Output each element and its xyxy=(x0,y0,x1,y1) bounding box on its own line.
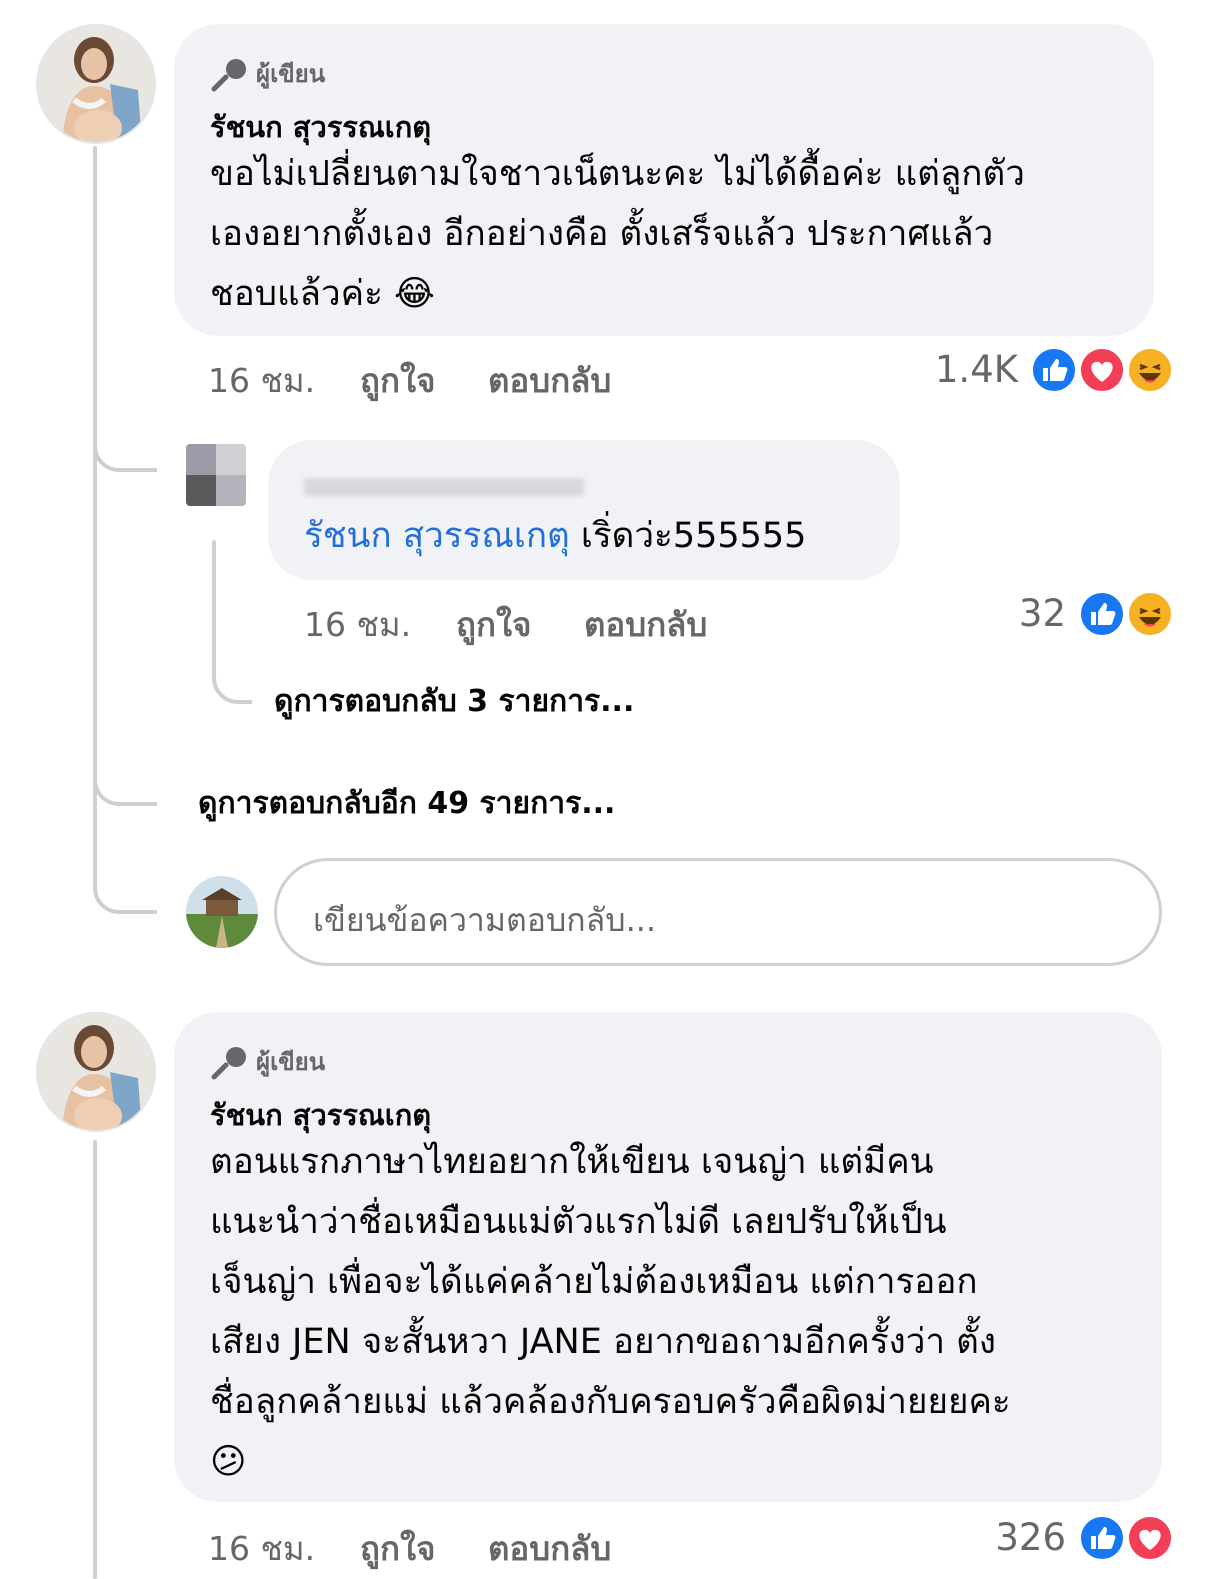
like-icon[interactable] xyxy=(1030,346,1078,394)
view-more-replies-link[interactable]: ดูการตอบกลับอีก 49 รายการ... xyxy=(198,780,615,827)
laughing-face-glyph xyxy=(1139,363,1161,383)
heart-glyph xyxy=(1139,1529,1161,1550)
comment-text-line: เจ็นญ่า เพื่อจะได้แค่คล้ายไม่ต้องเหมือน … xyxy=(210,1262,978,1302)
author-badge: ผู้เขียน xyxy=(210,54,325,93)
reply-avatar[interactable] xyxy=(186,444,246,506)
comment-text-line: ตอนแรกภาษาไทยอยากให้เขียน เจนญ่า แต่มีคน xyxy=(210,1142,934,1182)
thumb-up-glyph xyxy=(1091,603,1116,625)
reply-reaction-count[interactable]: 32 xyxy=(970,592,1066,635)
reply-like-link[interactable]: ถูกใจ xyxy=(456,598,531,651)
heart-glyph xyxy=(1091,361,1113,382)
thread-curve-to-reply xyxy=(93,420,157,472)
avatar-image xyxy=(38,1014,154,1130)
like-link[interactable]: ถูกใจ xyxy=(360,1522,435,1575)
author-avatar[interactable] xyxy=(36,24,156,144)
reply-link[interactable]: ตอบกลับ xyxy=(488,1522,611,1575)
comment-time[interactable]: 16 ชม. xyxy=(208,1522,315,1575)
reply-reply-link[interactable]: ตอบกลับ xyxy=(584,598,707,651)
thread-curve-to-input xyxy=(93,860,157,914)
comment-bubble: ผู้เขียน รัชนก สุวรรณเกตุ ขอไม่เปลี่ยนตา… xyxy=(174,24,1154,336)
laughing-face-glyph xyxy=(1139,607,1161,627)
reply-author-name-redacted xyxy=(304,478,584,496)
thumb-up-glyph xyxy=(1091,1527,1116,1549)
reply-link[interactable]: ตอบกลับ xyxy=(488,354,611,407)
author-badge-label: ผู้เขียน xyxy=(256,1048,326,1076)
comment-text: ขอไม่เปลี่ยนตามใจชาวเน็ตนะคะ ไม่ได้ดื้อค… xyxy=(210,144,1130,324)
haha-icon[interactable] xyxy=(1126,590,1174,638)
reply-text-content: เริ่ดว่ะ555555 xyxy=(569,516,807,556)
author-badge-label: ผู้เขียน xyxy=(256,60,326,88)
author-badge: ผู้เขียน xyxy=(210,1042,325,1081)
like-icon[interactable] xyxy=(1078,590,1126,638)
comment-time[interactable]: 16 ชม. xyxy=(208,354,315,407)
reply-input-placeholder: เขียนข้อความตอบกลับ... xyxy=(313,901,657,939)
thread-curve-to-viewmore xyxy=(93,760,157,806)
haha-icon[interactable] xyxy=(1126,346,1174,394)
comment-text-line-text: ชอบแล้วค่ะ xyxy=(210,274,383,314)
comment-text-line: แนะนำว่าชื่อเหมือนแม่ตัวแรกไม่ดี เลยปรับ… xyxy=(210,1202,947,1242)
reply-bubble: รัชนก สุวรรณเกตุ เริ่ดว่ะ555555 xyxy=(268,440,900,580)
like-icon[interactable] xyxy=(1078,1514,1126,1562)
laughing-emoji-icon: 😂 xyxy=(394,274,435,314)
avatar-image xyxy=(38,26,154,142)
comment-text-line: ขอไม่เปลี่ยนตามใจชาวเน็ตนะคะ ไม่ได้ดื้อค… xyxy=(210,154,1025,194)
confused-emoji-icon: 😕 xyxy=(210,1442,247,1482)
thumb-up-glyph xyxy=(1043,359,1068,381)
reaction-count[interactable]: 1.4K xyxy=(920,348,1018,391)
mention-link[interactable]: รัชนก สุวรรณเกตุ xyxy=(304,516,570,556)
comment-text-line: เองอยากตั้งเอง อีกอย่างคือ ตั้งเสร็จแล้ว… xyxy=(210,214,994,254)
reaction-count[interactable]: 326 xyxy=(960,1516,1066,1559)
reply-input[interactable]: เขียนข้อความตอบกลับ... xyxy=(274,858,1162,966)
view-replies-link[interactable]: ดูการตอบกลับ 3 รายการ... xyxy=(274,678,634,725)
blurred-avatar-image xyxy=(186,444,246,506)
comment-text-line: ชอบแล้วค่ะ 😂 xyxy=(210,264,1130,324)
landscape-avatar-image xyxy=(186,876,258,948)
reply-time[interactable]: 16 ชม. xyxy=(304,598,411,651)
love-icon[interactable] xyxy=(1078,346,1126,394)
like-link[interactable]: ถูกใจ xyxy=(360,354,435,407)
comment-text-line: ชื่อลูกคล้ายแม่ แล้วคล้องกับครอบครัวคือผ… xyxy=(210,1382,1011,1422)
microphone-icon xyxy=(211,1047,246,1080)
thread-curve-to-subreplies xyxy=(212,650,252,704)
microphone-icon xyxy=(211,59,246,92)
comment-text: ตอนแรกภาษาไทยอยากให้เขียน เจนญ่า แต่มีคน… xyxy=(210,1132,1140,1492)
comment-bubble: ผู้เขียน รัชนก สุวรรณเกตุ ตอนแรกภาษาไทยอ… xyxy=(174,1012,1162,1502)
reply-text: รัชนก สุวรรณเกตุ เริ่ดว่ะ555555 xyxy=(304,506,806,566)
author-avatar[interactable] xyxy=(36,1012,156,1132)
love-icon[interactable] xyxy=(1126,1514,1174,1562)
thread-line-main-2 xyxy=(93,1140,97,1579)
comment-text-line: เสียง JEN จะสั้นหวา JANE อยากขอถามอีกครั… xyxy=(210,1322,996,1362)
current-user-avatar[interactable] xyxy=(186,876,258,948)
